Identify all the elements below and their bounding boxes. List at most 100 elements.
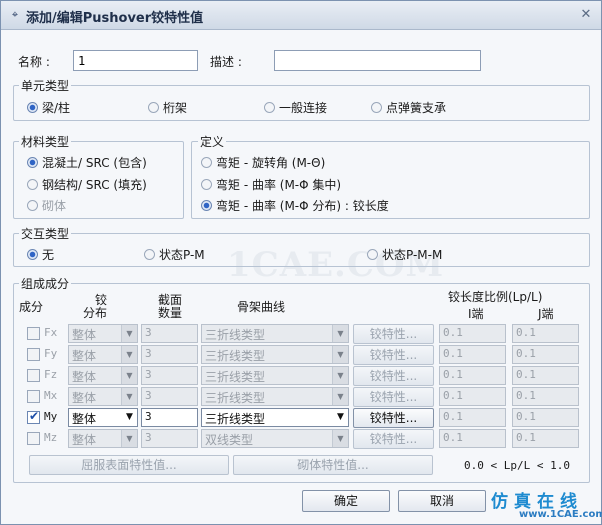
hinge-props-button-mz[interactable]: 铰特性... — [353, 429, 434, 449]
radio-beam-column[interactable]: 梁/柱 — [27, 99, 70, 116]
distribution-select-mx[interactable]: 整体 ▼ — [68, 387, 138, 406]
cancel-button[interactable]: 取消 — [398, 490, 486, 512]
radio-dot — [201, 157, 212, 168]
j-end-field-my[interactable]: 0.1 — [512, 408, 579, 427]
app-icon: ⌖ — [11, 8, 19, 21]
checkbox-fx[interactable] — [27, 327, 40, 340]
radio-none[interactable]: 无 — [27, 246, 54, 263]
distribution-select-my[interactable]: 整体 ▼ — [68, 408, 138, 427]
name-label: 名称 : — [18, 55, 50, 69]
skeleton-curve-select-fz[interactable]: 三折线类型 ▼ — [201, 366, 349, 385]
hinge-props-button-my[interactable]: 铰特性... — [353, 408, 434, 428]
radio-masonry[interactable]: 砌体 — [27, 197, 66, 214]
chevron-down-icon: ▼ — [332, 346, 348, 363]
hinge-props-button-mx[interactable]: 铰特性... — [353, 387, 434, 407]
skeleton-curve-select-my[interactable]: 三折线类型 ▼ — [201, 408, 349, 427]
j-end-field-fy[interactable]: 0.1 — [512, 345, 579, 364]
yield-surface-props-button[interactable]: 屈服表面特性值... — [29, 455, 229, 475]
header-hinge-1: 铰 — [95, 293, 108, 307]
radio-dot — [144, 249, 155, 260]
hinge-props-button-fx[interactable]: 铰特性... — [353, 324, 434, 344]
chevron-down-icon: ▼ — [332, 325, 348, 342]
window-title: 添加/编辑Pushover铰特性值 — [26, 11, 204, 26]
hinge-props-button-fz[interactable]: 铰特性... — [353, 366, 434, 386]
radio-moment-rotation[interactable]: 弯矩 - 旋转角 (M-Θ) — [201, 154, 325, 171]
header-section-1: 截面 — [158, 293, 183, 307]
title-bar[interactable]: ⌖ 添加/编辑Pushover铰特性值 ✕ — [1, 1, 601, 30]
component-label-fy: Fy — [44, 347, 58, 360]
chevron-down-icon: ▼ — [121, 367, 137, 384]
ok-button[interactable]: 确定 — [302, 490, 390, 512]
name-input[interactable] — [73, 50, 198, 71]
radio-dot — [201, 179, 212, 190]
skeleton-curve-select-fx[interactable]: 三折线类型 ▼ — [201, 324, 349, 343]
j-end-field-fx[interactable]: 0.1 — [512, 324, 579, 343]
component-label-my: My — [44, 410, 58, 423]
radio-dot — [201, 200, 212, 211]
radio-concrete-src[interactable]: 混凝土/ SRC (包含) — [27, 154, 147, 171]
i-end-field-fy[interactable]: 0.1 — [439, 345, 506, 364]
radio-steel-src[interactable]: 钢结构/ SRC (填充) — [27, 176, 147, 193]
components-legend: 组成成分 — [19, 275, 72, 292]
masonry-props-button[interactable]: 砌体特性值... — [233, 455, 433, 475]
chevron-down-icon: ▼ — [121, 430, 137, 447]
distribution-select-fz[interactable]: 整体 ▼ — [68, 366, 138, 385]
radio-moment-curvature-distributed[interactable]: 弯矩 - 曲率 (M-Φ 分布) : 铰长度 — [201, 197, 389, 214]
distribution-select-fx[interactable]: 整体 ▼ — [68, 324, 138, 343]
section-count-fz[interactable]: 3 — [141, 366, 198, 385]
section-count-mx[interactable]: 3 — [141, 387, 198, 406]
i-end-field-fz[interactable]: 0.1 — [439, 366, 506, 385]
skeleton-curve-select-mz[interactable]: 双线类型 ▼ — [201, 429, 349, 448]
i-end-field-fx[interactable]: 0.1 — [439, 324, 506, 343]
radio-general-link[interactable]: 一般连接 — [264, 99, 327, 116]
radio-point-spring[interactable]: 点弹簧支承 — [371, 99, 446, 116]
i-end-field-my[interactable]: 0.1 — [439, 408, 506, 427]
section-count-mz[interactable]: 3 — [141, 429, 198, 448]
radio-moment-curvature-lumped[interactable]: 弯矩 - 曲率 (M-Φ 集中) — [201, 176, 341, 193]
distribution-select-fy[interactable]: 整体 ▼ — [68, 345, 138, 364]
radio-dot — [371, 102, 382, 113]
interaction-type-legend: 交互类型 — [19, 225, 72, 242]
checkbox-fz[interactable] — [27, 369, 40, 382]
radio-dot — [27, 249, 38, 260]
section-count-fy[interactable]: 3 — [141, 345, 198, 364]
j-end-field-fz[interactable]: 0.1 — [512, 366, 579, 385]
j-end-field-mx[interactable]: 0.1 — [512, 387, 579, 406]
hinge-props-button-fy[interactable]: 铰特性... — [353, 345, 434, 365]
section-count-fx[interactable]: 3 — [141, 324, 198, 343]
chevron-down-icon: ▼ — [332, 388, 348, 405]
chevron-down-icon: ▼ — [121, 388, 137, 405]
checkbox-fy[interactable] — [27, 348, 40, 361]
header-section-2: 数量 — [158, 306, 183, 320]
checkbox-mz[interactable] — [27, 432, 40, 445]
component-label-mx: Mx — [44, 389, 58, 402]
description-input[interactable] — [274, 50, 481, 71]
close-icon[interactable]: ✕ — [576, 5, 596, 25]
radio-truss[interactable]: 桁架 — [148, 99, 187, 116]
checkbox-my[interactable] — [27, 409, 40, 424]
checkbox-mx[interactable] — [27, 390, 40, 403]
header-component: 成分 — [19, 300, 44, 314]
component-label-fz: Fz — [44, 368, 58, 381]
watermark-url: www.1CAE.com — [519, 509, 602, 520]
interaction-type-group — [13, 233, 590, 267]
i-end-field-mx[interactable]: 0.1 — [439, 387, 506, 406]
radio-state-pmm[interactable]: 状态P-M-M — [367, 246, 442, 263]
i-end-field-mz[interactable]: 0.1 — [439, 429, 506, 448]
material-type-legend: 材料类型 — [19, 133, 72, 150]
description-label: 描述 : — [210, 55, 242, 69]
skeleton-curve-select-mx[interactable]: 三折线类型 ▼ — [201, 387, 349, 406]
component-label-mz: Mz — [44, 431, 58, 444]
chevron-down-icon: ▼ — [121, 325, 137, 342]
section-count-my[interactable]: 3 — [141, 408, 198, 427]
chevron-down-icon: ▼ — [332, 430, 348, 447]
j-end-field-mz[interactable]: 0.1 — [512, 429, 579, 448]
chevron-down-icon: ▼ — [332, 367, 348, 384]
distribution-select-mz[interactable]: 整体 ▼ — [68, 429, 138, 448]
radio-dot — [264, 102, 275, 113]
chevron-down-icon: ▼ — [332, 409, 348, 426]
skeleton-curve-select-fy[interactable]: 三折线类型 ▼ — [201, 345, 349, 364]
header-i-end: I端 — [468, 307, 484, 321]
radio-state-pm[interactable]: 状态P-M — [144, 246, 205, 263]
radio-dot — [27, 200, 38, 211]
